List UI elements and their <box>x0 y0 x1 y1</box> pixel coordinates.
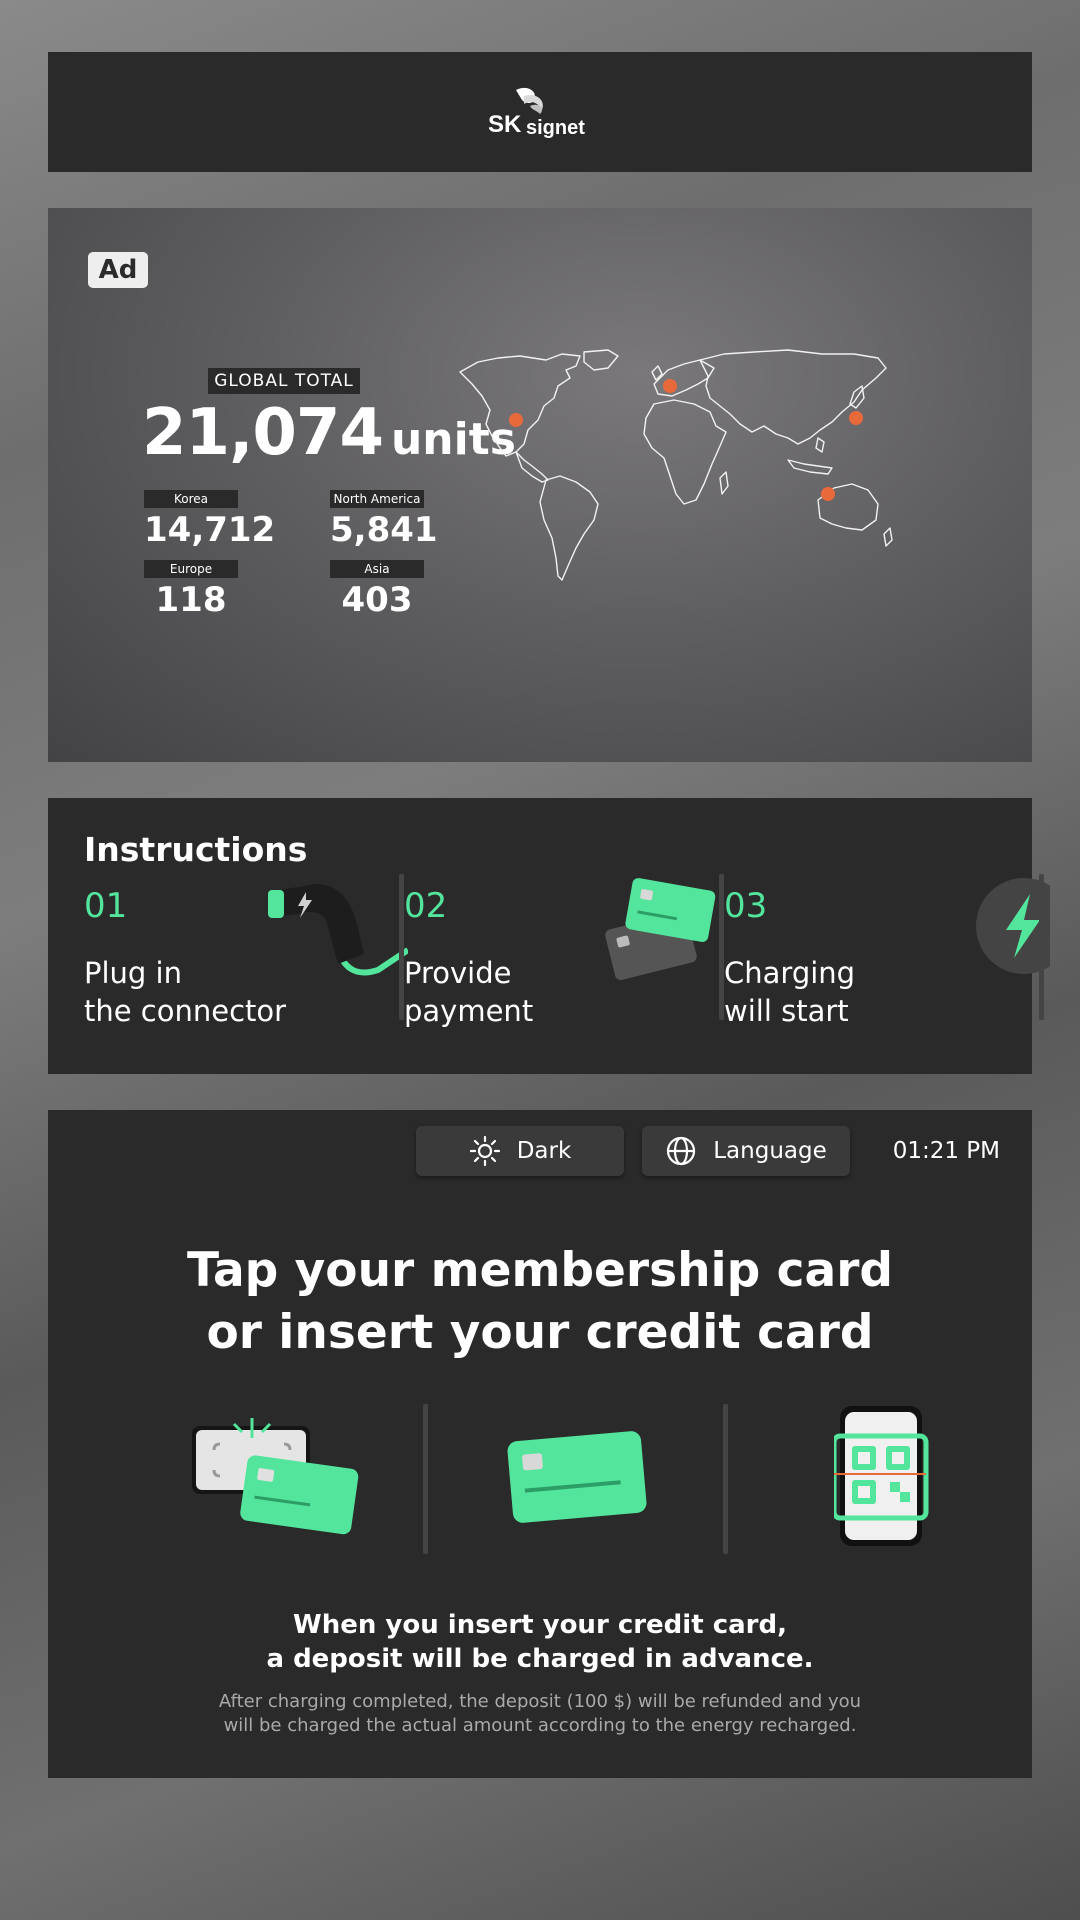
continent-south-america <box>539 475 599 581</box>
world-map <box>459 349 893 581</box>
credit-cards-icon <box>605 878 716 980</box>
madagascar <box>719 471 729 495</box>
ev-connector-icon <box>268 884 408 976</box>
region-value: 118 <box>155 580 227 620</box>
marker-korea <box>849 411 863 425</box>
step-plug-in: 01 Plug in the connector <box>84 874 408 1034</box>
sun-icon <box>469 1135 500 1167</box>
region-label: Europe <box>144 560 238 578</box>
instructions-title: Instructions <box>84 830 308 869</box>
header-bar: SK signet <box>48 52 1032 172</box>
step-text: Charging will start <box>724 956 856 1028</box>
credit-card-icon[interactable] <box>502 1422 652 1532</box>
global-total-number: 21,074 <box>142 396 384 470</box>
instructions-panel: Instructions 01 Plug in the connector 02… <box>48 798 1050 1074</box>
indonesia <box>787 459 833 475</box>
continent-africa <box>643 399 727 505</box>
region-value: 5,841 <box>330 510 438 550</box>
continent-asia <box>699 349 887 445</box>
region-value: 14,712 <box>144 510 276 550</box>
greenland <box>583 349 619 371</box>
new-zealand <box>883 527 893 547</box>
region-north-america: North America 5,841 <box>330 490 438 550</box>
method-divider <box>423 1404 428 1554</box>
payment-title: Tap your membership card or insert your … <box>186 1243 894 1360</box>
language-label: Language <box>713 1138 827 1164</box>
continent-central-america <box>515 451 549 483</box>
region-europe: Europe 118 <box>144 560 238 620</box>
continent-europe <box>653 359 715 397</box>
marker-asia <box>821 487 835 501</box>
refund-note: After charging completed, the deposit (1… <box>218 1691 862 1736</box>
dark-mode-label: Dark <box>516 1138 572 1164</box>
step-number: 03 <box>724 886 768 926</box>
dark-mode-button[interactable]: Dark <box>416 1126 624 1176</box>
marker-north-america <box>509 413 523 427</box>
globe-icon <box>667 1136 696 1166</box>
marker-europe <box>663 379 677 393</box>
step-divider <box>1039 874 1044 1020</box>
step-number: 01 <box>84 886 128 926</box>
qr-phone-icon[interactable] <box>834 1404 934 1554</box>
region-korea: Korea 14,712 <box>144 490 276 550</box>
card-tap-icon[interactable] <box>190 1414 360 1544</box>
region-value: 403 <box>341 580 413 620</box>
region-asia: Asia 403 <box>330 560 424 620</box>
ad-badge: Ad <box>88 252 148 288</box>
region-label: Asia <box>330 560 424 578</box>
philippines <box>815 437 825 453</box>
continent-north-america <box>459 353 581 457</box>
step-charging: 03 Charging will start <box>724 874 1050 1034</box>
global-total-label: GLOBAL TOTAL <box>208 368 360 394</box>
sk-signet-logo: SK signet <box>488 87 585 139</box>
ad-banner[interactable]: Ad GLOBAL TOTAL 21,074 units Korea 14,71… <box>48 208 1032 762</box>
region-label: North America <box>330 490 424 508</box>
language-button[interactable]: Language <box>642 1126 850 1176</box>
clock-time: 01:21 PM <box>892 1138 1000 1164</box>
payment-panel: Dark Language 01:21 PM Tap your membersh… <box>48 1110 1032 1778</box>
step-number: 02 <box>404 886 448 926</box>
step-payment: 02 Provide payment <box>404 874 724 1034</box>
region-label: Korea <box>144 490 238 508</box>
deposit-note: When you insert your credit card, a depo… <box>266 1610 814 1674</box>
payment-methods <box>48 1404 1032 1554</box>
logo-sk: SK <box>488 111 522 138</box>
logo-signet: signet <box>526 117 585 139</box>
method-divider <box>723 1404 728 1554</box>
